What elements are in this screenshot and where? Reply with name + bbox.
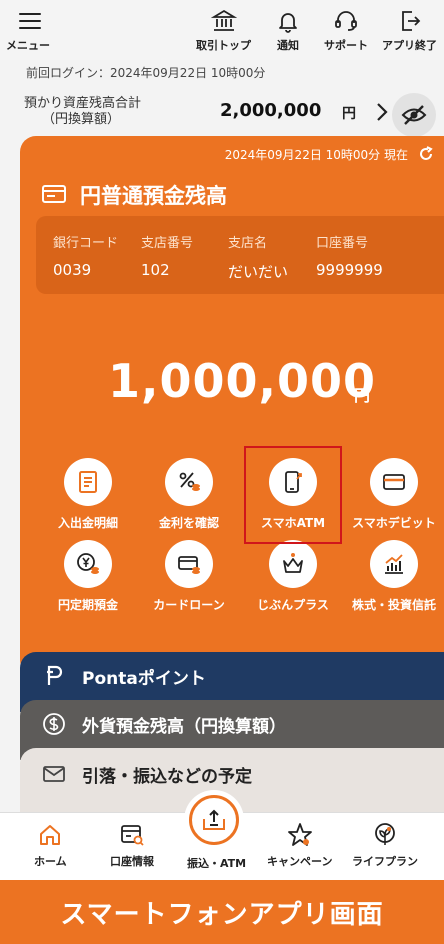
debit-card-icon (383, 474, 405, 490)
caption-text: スマートフォンアプリ画面 (60, 899, 384, 930)
menu-interest-rate[interactable]: 金利を確認 (139, 458, 239, 531)
bell-icon (279, 13, 297, 33)
branch-name: 支店名 だいだい (228, 236, 289, 281)
headset-icon (335, 11, 357, 31)
top-button[interactable]: 取引トップ (196, 8, 251, 53)
highlight-box (244, 446, 342, 544)
star-icon (287, 823, 312, 846)
account-title: 円普通預金残高 (80, 184, 227, 208)
statement-icon (79, 471, 97, 493)
dollar-icon (43, 713, 65, 735)
mail-icon (43, 766, 65, 782)
nav-account-info[interactable]: 口座情報 (110, 821, 154, 869)
exit-icon (401, 11, 420, 31)
menu-label: メニュー (6, 39, 50, 52)
menu-card-loan[interactable]: カードローン (139, 540, 239, 613)
hide-balance-button[interactable] (392, 93, 436, 137)
caption-banner: スマートフォンアプリ画面 (0, 880, 444, 944)
balance-timestamp: 2024年09月22日 10時00分 現在 (224, 148, 408, 162)
yen-deposit-icon (77, 553, 99, 574)
last-login: 前回ログイン：2024年09月22日 10時00分 (26, 66, 266, 80)
account-balance-unit: 円 (354, 386, 371, 405)
nav-home[interactable]: ホーム (34, 821, 67, 869)
home-icon (40, 825, 61, 845)
menu-button[interactable]: メニュー (6, 8, 50, 53)
total-assets-amount: 2,000,000 (220, 100, 322, 121)
nav-transfer-atm[interactable]: 振込・ATM (187, 851, 246, 871)
ponta-p-icon (47, 665, 63, 685)
transfer-atm-icon (203, 809, 225, 830)
account-balance: 1,000,000 (108, 354, 376, 408)
bank-icon (210, 9, 237, 31)
menu-debit[interactable]: スマホデビット (344, 458, 444, 531)
transfer-atm-button[interactable] (184, 790, 244, 850)
account-info-box: 銀行コード 0039 支店番号 102 支店名 だいだい 口座番号 999999… (36, 216, 444, 294)
total-assets-unit: 円 (342, 106, 356, 122)
nav-life-plan[interactable]: ライフプラン (352, 821, 418, 869)
refresh-icon[interactable] (418, 146, 434, 162)
menu-yen-deposit[interactable]: 円定期預金 (38, 540, 138, 613)
support-button[interactable]: サポート (324, 8, 368, 53)
support-label: サポート (324, 39, 368, 52)
menu-jibun-plus[interactable]: じぶんプラス (243, 540, 343, 613)
account-info-icon (121, 825, 144, 846)
account-number: 口座番号 9999999 (316, 236, 383, 279)
interest-rate-icon (179, 472, 200, 491)
crown-icon (283, 553, 303, 573)
branch-number: 支店番号 102 (141, 236, 194, 279)
top-label: 取引トップ (196, 39, 251, 52)
sprout-icon (375, 823, 395, 845)
nav-campaign[interactable]: キャンペーン (267, 821, 332, 869)
eye-off-icon (401, 105, 427, 125)
bank-code: 銀行コード 0039 (53, 236, 119, 279)
notify-button[interactable]: 通知 (275, 8, 301, 53)
notify-label: 通知 (277, 39, 299, 52)
card-loan-icon (178, 556, 200, 574)
header-bar: メニュー 取引トップ 通知 サポート アプリ終了 (0, 0, 444, 60)
menu-stocks[interactable]: 株式・投資信託 (344, 540, 444, 613)
stock-chart-icon (385, 554, 403, 574)
hamburger-icon (19, 13, 41, 29)
chevron-right-icon (377, 103, 388, 121)
exit-button[interactable]: アプリ終了 (382, 8, 437, 53)
exit-label: アプリ終了 (382, 39, 437, 52)
total-assets-label: 預かり資産残高合計 （円換算額） (24, 96, 142, 127)
passbook-icon (42, 185, 66, 203)
total-assets-row[interactable]: 預かり資産残高合計 （円換算額） 2,000,000 円 (20, 92, 440, 136)
menu-statement[interactable]: 入出金明細 (38, 458, 138, 531)
